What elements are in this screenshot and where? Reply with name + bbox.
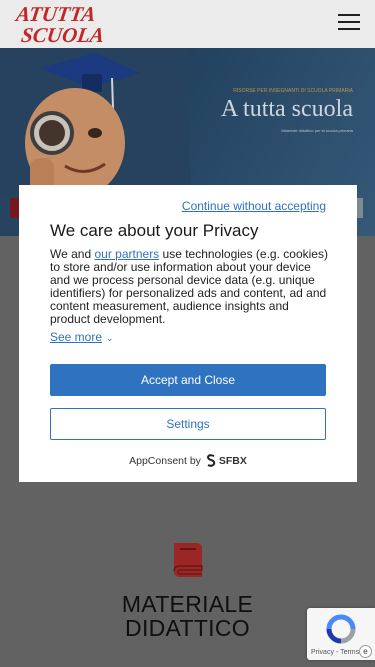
- continue-without-accepting-link[interactable]: Continue without accepting: [182, 199, 326, 213]
- see-more-label: See more: [50, 330, 103, 344]
- consent-dialog: Continue without accepting We care about…: [19, 185, 357, 482]
- accessibility-e-icon[interactable]: e: [359, 645, 372, 658]
- consent-description: We and our partners use technologies (e.…: [50, 248, 330, 326]
- consent-title: We care about your Privacy: [50, 221, 259, 240]
- our-partners-link[interactable]: our partners: [94, 247, 159, 261]
- sfbx-logo-icon: [206, 454, 216, 467]
- powered-by-label: AppConsent by: [129, 455, 201, 467]
- settings-button[interactable]: Settings: [50, 408, 326, 440]
- recaptcha-privacy-link[interactable]: Privacy: [311, 649, 334, 656]
- consent-text-start: We and: [50, 247, 95, 261]
- recaptcha-terms-link[interactable]: Terms: [340, 649, 359, 656]
- sfbx-brand: SFBX: [218, 455, 247, 467]
- see-more-link[interactable]: See more ⌄: [50, 330, 114, 344]
- chevron-down-icon: ⌄: [106, 333, 114, 343]
- accept-and-close-button[interactable]: Accept and Close: [50, 364, 326, 396]
- recaptcha-links: Privacy - Terms: [311, 649, 359, 656]
- powered-by: AppConsent by SFBX: [19, 454, 357, 467]
- recaptcha-icon: [326, 614, 356, 644]
- recaptcha-badge[interactable]: Privacy - Terms e: [307, 608, 375, 660]
